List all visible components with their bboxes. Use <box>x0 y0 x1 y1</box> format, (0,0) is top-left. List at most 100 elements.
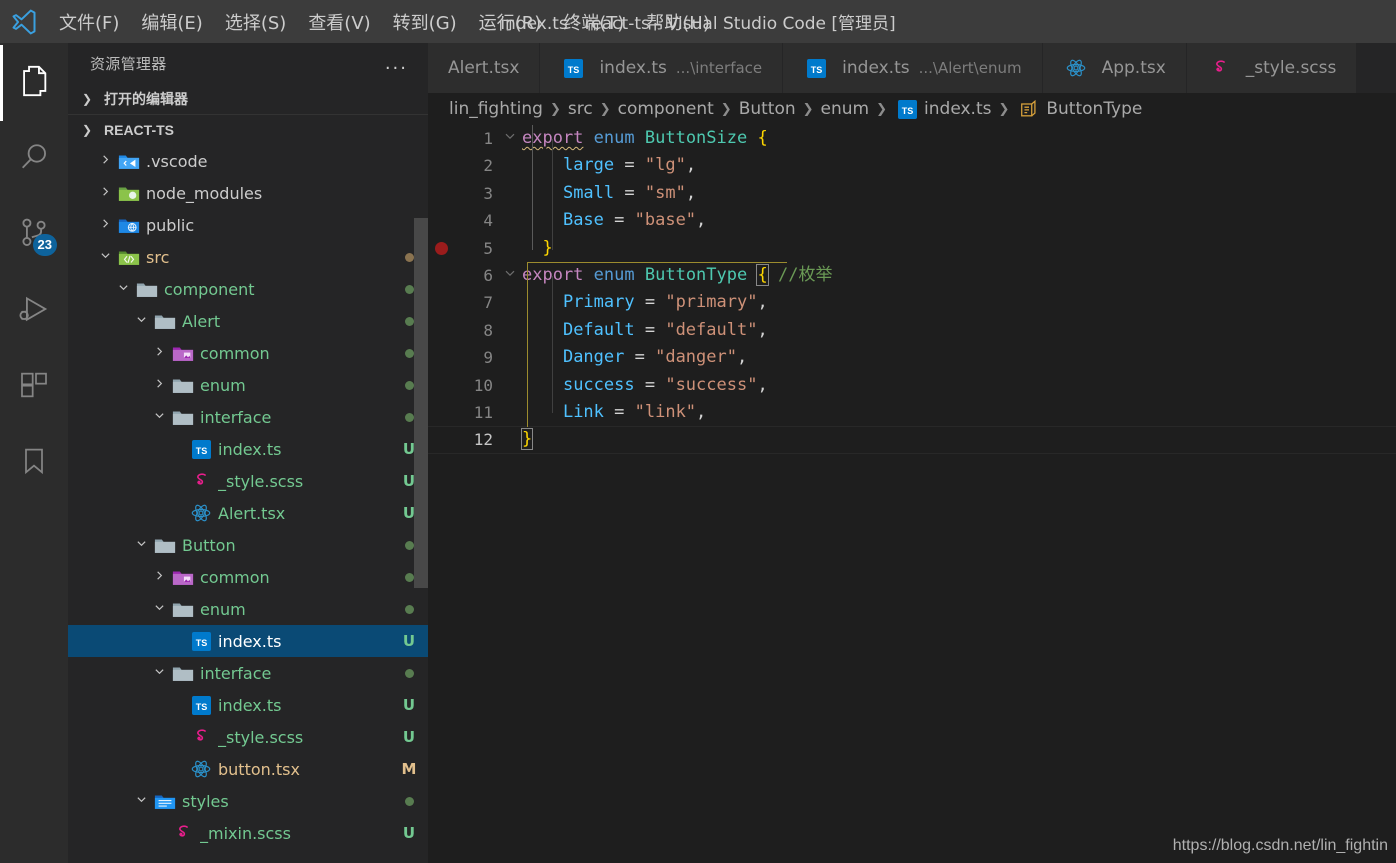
breadcrumb-item-lin-fighting[interactable]: lin_fighting <box>449 99 543 119</box>
menu-terminal[interactable]: 终端(T) <box>552 6 635 38</box>
svg-text:TS: TS <box>810 64 822 74</box>
src-folder-icon <box>116 248 142 267</box>
breadcrumb-item-component[interactable]: component <box>618 99 714 119</box>
code-line-12[interactable]: 12} <box>428 426 1396 453</box>
menu-bar[interactable]: 文件(F) 编辑(E) 选择(S) 查看(V) 转到(G) 运行(R) 终端(T… <box>48 6 721 38</box>
tree-item-node-modules[interactable]: node_modules <box>68 177 428 209</box>
tree-item--vscode[interactable]: .vscode <box>68 145 428 177</box>
chevron-down-icon[interactable] <box>148 410 170 425</box>
editor-tab-alert-tsx-0[interactable]: Alert.tsx <box>428 43 541 93</box>
tree-item-interface[interactable]: interface <box>68 657 428 689</box>
menu-view[interactable]: 查看(V) <box>297 6 381 38</box>
tree-item-enum[interactable]: enum <box>68 369 428 401</box>
activity-search[interactable] <box>0 121 68 197</box>
code-line-4[interactable]: 4 Base = "base", <box>428 207 1396 234</box>
chevron-right-icon[interactable] <box>94 186 116 201</box>
chevron-right-icon[interactable] <box>148 346 170 361</box>
code-token: = <box>614 182 645 203</box>
tree-item-styles[interactable]: styles <box>68 785 428 817</box>
breadcrumb-item-index-ts[interactable]: TS index.ts <box>894 99 991 119</box>
breadcrumb-item-buttontype[interactable]: ButtonType <box>1016 99 1142 119</box>
menu-help[interactable]: 帮助(H) <box>635 6 721 38</box>
chevron-right-icon[interactable] <box>148 378 170 393</box>
chevron-down-icon[interactable] <box>130 794 152 809</box>
source-control-badge: 23 <box>32 234 57 256</box>
tree-item-component[interactable]: component <box>68 273 428 305</box>
section-react-ts[interactable]: ❯ REACT-TS <box>68 114 428 145</box>
tree-item--mixin-scss[interactable]: _mixin.scss U <box>68 817 428 849</box>
code-line-8[interactable]: 8 Default = "default", <box>428 317 1396 344</box>
tree-item-alert[interactable]: Alert <box>68 305 428 337</box>
code-line-6[interactable]: 6 export enum ButtonType { //枚举 <box>428 262 1396 289</box>
tree-item--style-scss[interactable]: _style.scss U <box>68 465 428 497</box>
code-editor[interactable]: 1 export enum ButtonSize {2 large = "lg",… <box>428 125 1396 863</box>
activity-extensions[interactable] <box>0 349 68 425</box>
chevron-down-icon[interactable] <box>148 602 170 617</box>
chevron-right-icon[interactable] <box>94 154 116 169</box>
fold-chevron-down-icon[interactable] <box>498 262 522 289</box>
tree-item--style-scss[interactable]: _style.scss U <box>68 721 428 753</box>
code-line-5[interactable]: 5 } <box>428 235 1396 262</box>
activity-explorer[interactable] <box>0 45 68 121</box>
chevron-right-icon[interactable] <box>94 218 116 233</box>
file-tree[interactable]: .vscode node_modules public src component Ale… <box>68 145 428 863</box>
menu-file[interactable]: 文件(F) <box>48 6 130 38</box>
indent-guide <box>552 276 553 413</box>
fold-chevron-down-icon[interactable] <box>498 125 522 152</box>
chevron-down-icon[interactable] <box>148 666 170 681</box>
chevron-down-icon[interactable] <box>130 314 152 329</box>
editor-tab-index-ts-1[interactable]: TS index.ts ...\interface <box>540 43 784 93</box>
code-lines[interactable]: 1 export enum ButtonSize {2 large = "lg",… <box>428 125 1396 454</box>
breadcrumb[interactable]: lin_fighting ❯ src ❯ component ❯ Button ❯ enum ❯ T… <box>428 93 1396 125</box>
breakpoint-icon[interactable] <box>434 241 448 255</box>
typescript-icon: TS <box>188 695 214 715</box>
more-actions-icon[interactable]: ... <box>385 53 408 74</box>
code-line-7[interactable]: 7 Primary = "primary", <box>428 289 1396 316</box>
editor-tab--style-scss-4[interactable]: _style.scss <box>1186 43 1358 93</box>
section-open-editors[interactable]: ❯ 打开的编辑器 <box>68 83 428 114</box>
public-folder-icon <box>116 216 142 235</box>
breakpoint-gutter[interactable] <box>428 241 454 255</box>
editor-tab-bar[interactable]: Alert.tsx TS index.ts ...\interface TS index.… <box>428 43 1396 93</box>
tree-item-index-ts[interactable]: TS index.ts U <box>68 625 428 657</box>
tree-item-public[interactable]: public <box>68 209 428 241</box>
code-line-1[interactable]: 1 export enum ButtonSize { <box>428 125 1396 152</box>
tree-item-index-ts[interactable]: TS index.ts U <box>68 433 428 465</box>
tree-item-button-tsx[interactable]: button.tsx M <box>68 753 428 785</box>
menu-selection[interactable]: 选择(S) <box>214 6 297 38</box>
menu-go[interactable]: 转到(G) <box>382 6 468 38</box>
tree-item-enum[interactable]: enum <box>68 593 428 625</box>
editor-tab-index-ts-2[interactable]: TS index.ts ...\Alert\enum <box>783 43 1043 93</box>
tree-item-button[interactable]: Button <box>68 529 428 561</box>
section-open-editors-label: 打开的编辑器 <box>104 90 188 107</box>
code-line-11[interactable]: 11 Link = "link", <box>428 399 1396 426</box>
code-line-3[interactable]: 3 Small = "sm", <box>428 180 1396 207</box>
breadcrumb-item-button[interactable]: Button <box>739 99 796 119</box>
code-line-10[interactable]: 10 success = "success", <box>428 372 1396 399</box>
tree-item-common[interactable]: common <box>68 561 428 593</box>
tree-item-common[interactable]: common <box>68 337 428 369</box>
react-icon <box>188 502 214 524</box>
breadcrumb-item-enum[interactable]: enum <box>821 99 870 119</box>
tree-item-index-ts[interactable]: TS index.ts U <box>68 689 428 721</box>
chevron-down-icon[interactable] <box>112 282 134 297</box>
activity-source-control[interactable]: 23 <box>0 197 68 273</box>
menu-run[interactable]: 运行(R) <box>468 6 553 38</box>
breadcrumb-item-label: Button <box>738 99 796 119</box>
code-line-9[interactable]: 9 Danger = "danger", <box>428 344 1396 371</box>
tree-item-alert-tsx[interactable]: Alert.tsx U <box>68 497 428 529</box>
chevron-right-icon[interactable] <box>148 570 170 585</box>
activity-run-debug[interactable] <box>0 273 68 349</box>
chevron-down-icon[interactable] <box>94 250 116 265</box>
sidebar-scrollbar[interactable] <box>414 218 428 588</box>
tree-item-src[interactable]: src <box>68 241 428 273</box>
code-line-2[interactable]: 2 large = "lg", <box>428 152 1396 179</box>
chevron-down-icon[interactable] <box>130 538 152 553</box>
activity-bookmarks[interactable] <box>0 425 68 501</box>
tree-item-interface[interactable]: interface <box>68 401 428 433</box>
menu-edit[interactable]: 编辑(E) <box>130 6 213 38</box>
breadcrumb-item-src[interactable]: src <box>568 99 593 119</box>
editor-tab-app-tsx-3[interactable]: App.tsx <box>1042 43 1187 93</box>
tree-item-label: common <box>200 343 270 363</box>
